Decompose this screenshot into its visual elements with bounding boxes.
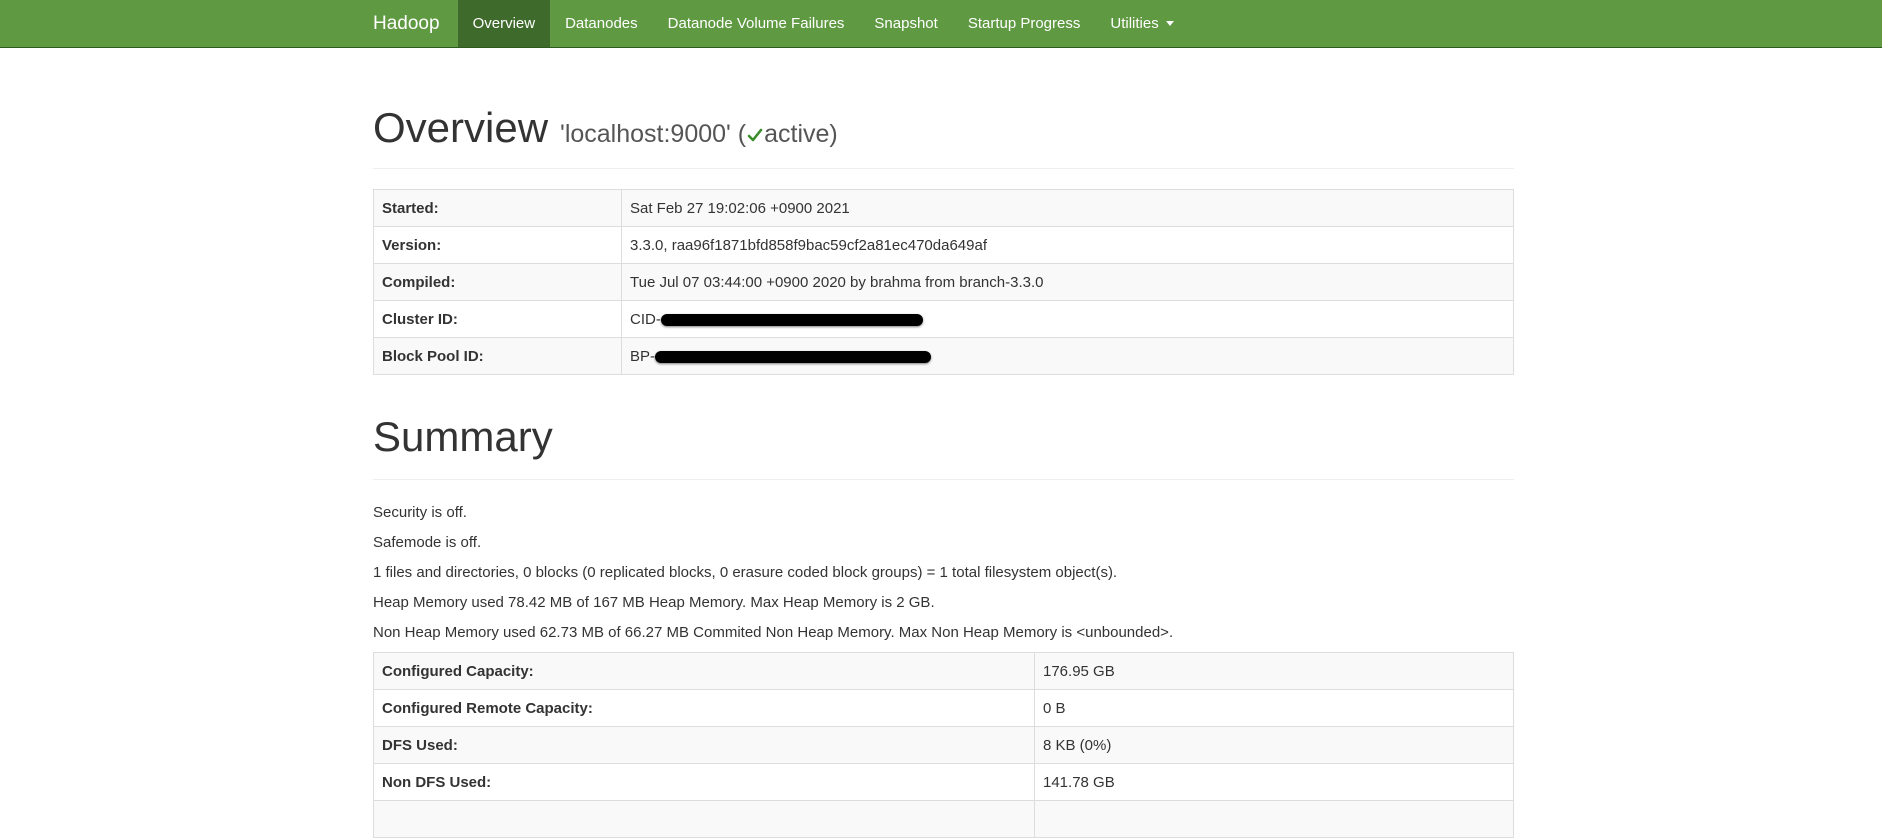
nav-utilities-dropdown[interactable]: Utilities	[1095, 0, 1188, 47]
safemode-status: Safemode is off.	[373, 534, 482, 551]
row-key	[373, 800, 1035, 838]
status-close-paren: )	[829, 120, 838, 148]
filesystem-objects: 1 files and directories, 0 blocks (0 rep…	[373, 564, 1118, 581]
overview-header: Overview 'localhost:9000' ( active)	[373, 104, 1514, 169]
row-key: Cluster ID:	[373, 300, 622, 338]
summary-title: Summary	[373, 413, 1514, 480]
row-key: Non DFS Used:	[373, 763, 1035, 801]
nav-datanode-volume-failures[interactable]: Datanode Volume Failures	[653, 0, 860, 47]
top-navbar: Hadoop Overview Datanodes Datanode Volum…	[0, 0, 1882, 48]
row-key: Block Pool ID:	[373, 337, 622, 375]
row-value: 3.3.0, raa96f1871bfd858f9bac59cf2a81ec47…	[621, 226, 1514, 264]
row-value: 141.78 GB	[1034, 763, 1514, 801]
row-key: Version:	[373, 226, 622, 264]
nav-datanodes[interactable]: Datanodes	[550, 0, 653, 47]
table-row: Configured Remote Capacity: 0 B	[373, 689, 1514, 727]
row-value: 8 KB (0%)	[1034, 726, 1514, 764]
row-value-cluster-id: CID-	[621, 300, 1514, 338]
nav-overview[interactable]: Overview	[457, 0, 551, 47]
page-title: Overview	[373, 104, 549, 151]
row-value-block-pool-id: BP-	[621, 337, 1514, 375]
table-row: Version: 3.3.0, raa96f1871bfd858f9bac59c…	[373, 226, 1514, 264]
check-icon	[747, 121, 763, 150]
table-row: DFS Used: 8 KB (0%)	[373, 726, 1514, 764]
table-row	[373, 800, 1514, 838]
row-key: Started:	[373, 189, 622, 227]
summary-lines: Security is off. Safemode is off. 1 file…	[373, 498, 1514, 648]
heap-memory: Heap Memory used 78.42 MB of 167 MB Heap…	[373, 594, 935, 611]
row-key: DFS Used:	[373, 726, 1035, 764]
cluster-id-prefix: CID-	[630, 310, 661, 328]
row-key: Compiled:	[373, 263, 622, 301]
status-open-paren: (	[737, 120, 747, 148]
table-row: Compiled: Tue Jul 07 03:44:00 +0900 2020…	[373, 263, 1514, 301]
capacity-table: Configured Capacity: 176.95 GB Configure…	[373, 652, 1514, 838]
nav-menu: Hadoop Overview Datanodes Datanode Volum…	[355, 0, 1189, 47]
namenode-host: 'localhost:9000'	[560, 120, 731, 148]
row-key: Configured Capacity:	[373, 652, 1035, 690]
overview-table: Started: Sat Feb 27 19:02:06 +0900 2021 …	[373, 189, 1514, 375]
row-value: 0 B	[1034, 689, 1514, 727]
table-row: Configured Capacity: 176.95 GB	[373, 652, 1514, 690]
row-value	[1034, 800, 1514, 838]
row-key: Configured Remote Capacity:	[373, 689, 1035, 727]
brand-link[interactable]: Hadoop	[355, 0, 458, 47]
namenode-status: 'localhost:9000' ( active)	[560, 120, 838, 150]
nav-snapshot[interactable]: Snapshot	[859, 0, 952, 47]
redaction-mark	[660, 313, 923, 326]
nav-utilities-label: Utilities	[1110, 15, 1159, 32]
security-status: Security is off.	[373, 504, 467, 521]
non-heap-memory: Non Heap Memory used 62.73 MB of 66.27 M…	[373, 624, 1174, 641]
redaction-mark	[655, 350, 932, 363]
table-row: Started: Sat Feb 27 19:02:06 +0900 2021	[373, 189, 1514, 227]
block-pool-id-prefix: BP-	[630, 347, 656, 365]
row-value: Sat Feb 27 19:02:06 +0900 2021	[621, 189, 1514, 227]
nav-startup-progress[interactable]: Startup Progress	[953, 0, 1096, 47]
row-value: 176.95 GB	[1034, 652, 1514, 690]
table-row: Non DFS Used: 141.78 GB	[373, 763, 1514, 801]
table-row: Block Pool ID: BP-	[373, 337, 1514, 375]
main-container: Overview 'localhost:9000' ( active) Start…	[373, 48, 1514, 838]
status-active: active	[764, 120, 830, 148]
caret-down-icon	[1165, 21, 1174, 26]
row-value: Tue Jul 07 03:44:00 +0900 2020 by brahma…	[621, 263, 1514, 301]
table-row: Cluster ID: CID-	[373, 300, 1514, 338]
